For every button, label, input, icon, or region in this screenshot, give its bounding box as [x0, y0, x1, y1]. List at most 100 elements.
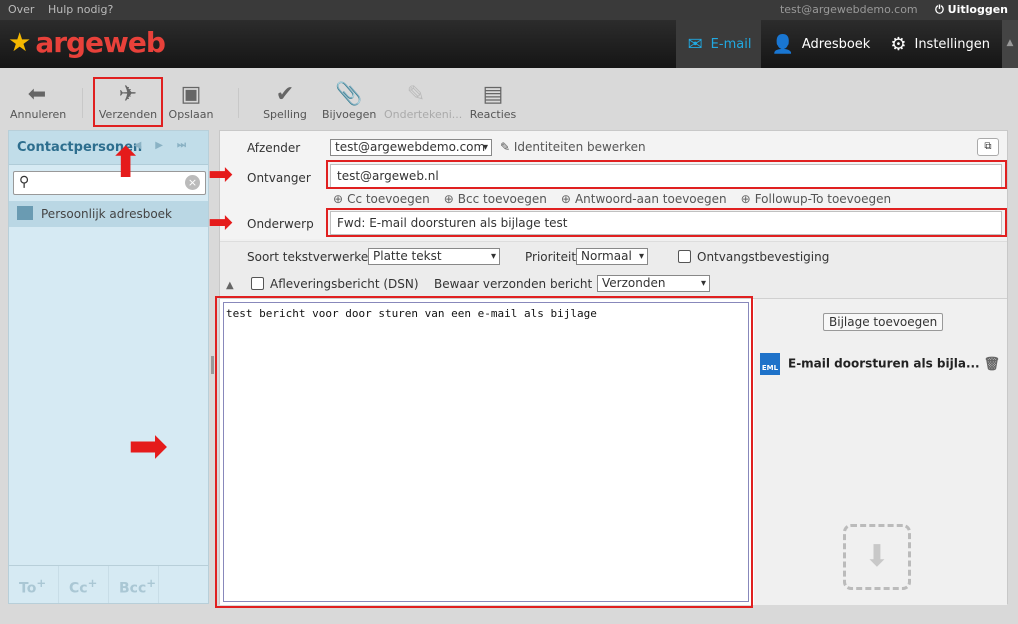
main-nav: ✉ E-mail 👤 Adresboek ⚙ Instellingen	[675, 20, 1000, 68]
nav-settings[interactable]: ⚙ Instellingen	[880, 20, 1000, 68]
trash-icon[interactable]: 🗑	[983, 357, 1000, 372]
toolbar: ⬅ Annuleren ✈ Verzenden ▣ Opslaan ✔ Spel…	[0, 68, 1018, 130]
responses-button[interactable]: ▤ Reacties	[468, 82, 518, 121]
chevron-down-icon: ▾	[490, 251, 496, 262]
up-arrow-annotation: ⬆	[108, 138, 144, 187]
logout-label: Uitloggen	[947, 3, 1008, 16]
pager-icons[interactable]: ◀▶⏭	[134, 140, 200, 151]
add-to-button[interactable]: To+	[9, 566, 59, 603]
about-link[interactable]: Over	[8, 3, 34, 16]
pen-icon: ✎	[406, 82, 426, 107]
to-label: Ontvanger	[247, 171, 311, 185]
add-cc-link[interactable]: Cc toevoegen	[333, 192, 430, 206]
add-followupto-link[interactable]: Followup-To toevoegen	[741, 192, 891, 206]
paper-plane-icon: ✈	[118, 82, 138, 107]
spellcheck-icon: ✔	[275, 82, 295, 107]
priority-select[interactable]: Normaal ▾	[576, 248, 648, 265]
to-value: test@argeweb.nl	[337, 169, 439, 183]
chevron-down-icon: ▾	[700, 278, 706, 289]
add-replyto-link[interactable]: Antwoord-aan toevoegen	[561, 192, 727, 206]
add-header-links: Cc toevoegen Bcc toevoegen Antwoord-aan …	[333, 192, 891, 206]
receipt-option[interactable]: Ontvangstbevestiging	[678, 250, 829, 264]
eml-file-icon: EML	[760, 353, 780, 375]
from-select[interactable]: test@argewebdemo.com ▾	[330, 139, 492, 156]
dsn-option[interactable]: Afleveringsbericht (DSN)	[251, 277, 419, 291]
attachment-item[interactable]: EML E-mail doorsturen als bijla... 🗑	[760, 353, 1000, 377]
addressbook-item[interactable]: Persoonlijk adresboek	[9, 201, 208, 227]
attachment-name: E-mail doorsturen als bijla...	[788, 356, 980, 371]
to-field[interactable]: test@argeweb.nl	[330, 164, 1002, 188]
attachments-panel: Bijlage toevoegen EML E-mail doorsturen a…	[754, 299, 1007, 605]
editor-type-select[interactable]: Platte tekst ▾	[368, 248, 500, 265]
save-label: Opslaan	[168, 108, 214, 121]
add-bcc-button[interactable]: Bcc+	[109, 566, 159, 603]
divider	[82, 88, 83, 118]
collapse-icon[interactable]: ▲	[226, 280, 234, 291]
subject-label: Onderwerp	[247, 217, 314, 231]
subject-field[interactable]: Fwd: E-mail doorsturen als bijlage test	[330, 211, 1002, 235]
spelling-button[interactable]: ✔ Spelling	[258, 82, 312, 121]
save-sent-select[interactable]: Verzonden ▾	[597, 275, 710, 292]
chevron-down-icon: ▾	[638, 251, 644, 262]
from-label: Afzender	[247, 141, 301, 155]
add-cc-button[interactable]: Cc+	[59, 566, 109, 603]
panel-splitter[interactable]	[211, 356, 214, 374]
nav-email-label: E-mail	[710, 36, 752, 52]
floppy-icon: ▣	[180, 82, 202, 107]
envelope-icon: ✉	[687, 33, 703, 55]
drop-zone-icon[interactable]: ⬇	[843, 524, 911, 590]
contacts-panel: Contactpersonen ◀▶⏭ ⚲ × Persoonlijk adre…	[8, 130, 209, 604]
add-bcc-link[interactable]: Bcc toevoegen	[444, 192, 547, 206]
send-button[interactable]: ✈ Verzenden	[98, 82, 158, 121]
user-email: test@argewebdemo.com	[779, 3, 918, 16]
brand-name: argeweb	[35, 26, 166, 59]
subject-value: Fwd: E-mail doorsturen als bijlage test	[337, 216, 568, 230]
nav-addressbook[interactable]: 👤 Adresboek	[761, 20, 880, 68]
back-arrow-icon: ⬅	[27, 82, 47, 107]
compose-options: Soort tekstverwerker Platte tekst ▾ Prior…	[220, 241, 1007, 299]
power-icon: ⏻	[935, 3, 948, 16]
nav-addressbook-label: Adresboek	[801, 36, 871, 52]
pencil-icon: ✎	[500, 140, 514, 154]
cancel-button[interactable]: ⬅ Annuleren	[10, 82, 67, 121]
chevron-down-icon: ▾	[482, 142, 488, 153]
popout-icon[interactable]: ⧉	[977, 138, 999, 156]
add-to-label: To	[19, 580, 37, 597]
nav-email[interactable]: ✉ E-mail	[675, 20, 762, 68]
scroll-up-icon[interactable]: ▲	[1002, 20, 1018, 68]
add-cc-label: Cc	[69, 580, 88, 597]
divider	[238, 88, 239, 118]
logo[interactable]: ★ argeweb	[8, 26, 166, 59]
search-icon: ⚲	[19, 174, 30, 190]
right-arrow-annotation: ➡	[208, 205, 234, 240]
cancel-label: Annuleren	[10, 108, 67, 121]
star-icon: ★	[8, 28, 32, 58]
attach-label: Bijvoegen	[322, 108, 377, 121]
compose-panel: Afzender test@argewebdemo.com ▾ ✎ Identit…	[219, 130, 1008, 605]
gear-icon: ⚙	[890, 33, 907, 55]
logout-button[interactable]: ⏻ Uitloggen	[935, 3, 1008, 16]
dsn-label: Afleveringsbericht (DSN)	[270, 277, 419, 291]
priority-label: Prioriteit	[525, 250, 577, 264]
signature-button[interactable]: ✎ Ondertekeni...	[384, 82, 462, 121]
add-bcc-label: Bcc	[119, 580, 147, 597]
recipient-buttons: To+ Cc+ Bcc+	[9, 565, 208, 603]
top-bar: Over Hulp nodig? test@argewebdemo.com ⏻ …	[0, 0, 1018, 20]
priority-value: Normaal	[581, 249, 632, 263]
message-body[interactable]: test bericht voor door sturen van een e-…	[223, 302, 749, 602]
person-icon: 👤	[771, 33, 794, 55]
edit-identities-label: Identiteiten bewerken	[513, 140, 646, 154]
edit-identities-link[interactable]: ✎ Identiteiten bewerken	[500, 140, 646, 154]
clear-icon[interactable]: ×	[185, 175, 200, 190]
responses-label: Reacties	[469, 108, 517, 121]
add-attachment-button[interactable]: Bijlage toevoegen	[823, 313, 944, 331]
document-icon: ▤	[482, 82, 504, 107]
receipt-checkbox[interactable]	[678, 250, 691, 263]
dsn-checkbox[interactable]	[251, 277, 264, 290]
editor-type-value: Platte tekst	[373, 249, 442, 263]
help-link[interactable]: Hulp nodig?	[48, 3, 113, 16]
paperclip-icon: 📎	[335, 82, 363, 107]
save-button[interactable]: ▣ Opslaan	[168, 82, 214, 121]
attach-button[interactable]: 📎 Bijvoegen	[322, 82, 376, 121]
spelling-label: Spelling	[263, 108, 307, 121]
